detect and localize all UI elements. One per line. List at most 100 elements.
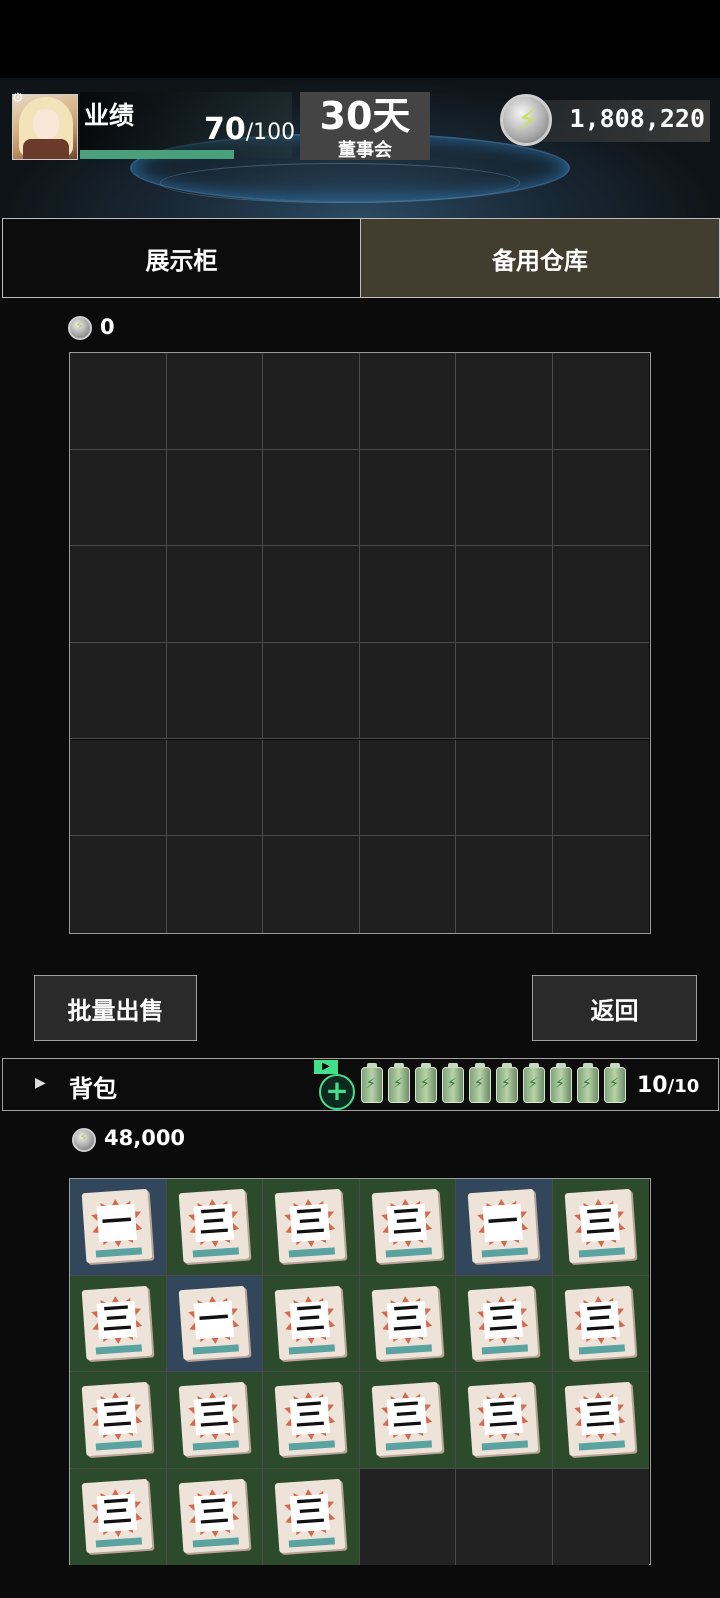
backpack-item-slot[interactable]: 三 bbox=[166, 1468, 263, 1565]
storage-slot[interactable] bbox=[70, 353, 167, 450]
backpack-item-slot[interactable]: 三 bbox=[263, 1275, 360, 1372]
backpack-item-slot[interactable]: 一 bbox=[70, 1179, 167, 1276]
card-number: 三 bbox=[197, 1204, 230, 1242]
storage-slot[interactable] bbox=[359, 546, 456, 643]
storage-slot[interactable] bbox=[359, 739, 456, 837]
status-bar bbox=[0, 0, 720, 78]
card-number: 三 bbox=[583, 1204, 616, 1242]
lottery-card-icon: 三 bbox=[81, 1478, 153, 1553]
storage-slot[interactable] bbox=[263, 739, 360, 837]
storage-slot[interactable] bbox=[552, 836, 649, 933]
battery-icon bbox=[550, 1063, 572, 1103]
lottery-card-icon: 三 bbox=[371, 1285, 442, 1360]
storage-slot[interactable] bbox=[552, 546, 649, 643]
storage-slot[interactable] bbox=[263, 449, 360, 547]
backpack-item-slot[interactable]: 三 bbox=[263, 1372, 360, 1469]
lottery-card-icon: 三 bbox=[371, 1381, 442, 1457]
backpack-title: 背包 bbox=[69, 1075, 117, 1103]
backpack-item-slot[interactable]: 三 bbox=[456, 1275, 553, 1372]
card-number: 三 bbox=[293, 1204, 326, 1242]
tab-display-cabinet[interactable]: 展示柜 bbox=[2, 218, 361, 298]
backpack-empty-slot[interactable] bbox=[456, 1468, 553, 1565]
backpack-bar[interactable]: ▶ 背包 ▶ + 10/10 bbox=[2, 1058, 719, 1111]
storage-slot[interactable] bbox=[456, 546, 553, 643]
storage-slot[interactable] bbox=[166, 836, 263, 933]
card-number: 一 bbox=[100, 1204, 133, 1242]
backpack-item-slot[interactable]: 三 bbox=[359, 1179, 456, 1276]
backpack-item-slot[interactable]: 一 bbox=[456, 1179, 553, 1276]
lottery-card-icon: 三 bbox=[81, 1285, 153, 1360]
backpack-item-slot[interactable]: 三 bbox=[166, 1372, 263, 1469]
backpack-item-slot[interactable]: 三 bbox=[552, 1179, 649, 1276]
storage-slot[interactable] bbox=[70, 642, 167, 740]
backpack-item-slot[interactable]: 三 bbox=[456, 1372, 553, 1469]
lottery-card-icon: 三 bbox=[467, 1285, 539, 1360]
storage-slot[interactable] bbox=[456, 642, 553, 740]
storage-slot[interactable] bbox=[166, 449, 263, 547]
days-value: 30天 bbox=[319, 94, 411, 138]
card-number: 三 bbox=[293, 1493, 326, 1531]
storage-slot[interactable] bbox=[263, 353, 360, 450]
lottery-card-icon: 三 bbox=[274, 1478, 346, 1553]
days-label: 董事会 bbox=[338, 140, 392, 161]
lottery-card-icon: 三 bbox=[564, 1381, 635, 1457]
lottery-card-icon: 三 bbox=[564, 1188, 635, 1264]
backpack-item-slot[interactable]: 三 bbox=[263, 1468, 360, 1565]
batch-sell-button[interactable]: 批量出售 bbox=[34, 975, 197, 1041]
backpack-item-slot[interactable]: 三 bbox=[359, 1275, 456, 1372]
storage-slot[interactable] bbox=[263, 836, 360, 933]
backpack-item-slot[interactable]: 三 bbox=[166, 1179, 263, 1276]
lottery-card-icon: 三 bbox=[81, 1381, 153, 1457]
storage-slot[interactable] bbox=[456, 836, 553, 933]
backpack-item-slot[interactable]: 三 bbox=[552, 1275, 649, 1372]
storage-slot[interactable] bbox=[70, 739, 167, 837]
storage-slot[interactable] bbox=[166, 642, 263, 740]
top-header: ⚙ 业绩 70/100 30天 董事会 ⚡ 1,808,220 bbox=[0, 78, 720, 218]
backpack-item-slot[interactable]: 三 bbox=[552, 1372, 649, 1469]
lottery-card-icon: 三 bbox=[371, 1188, 442, 1264]
storage-slot[interactable] bbox=[359, 353, 456, 450]
battery-icon bbox=[577, 1063, 599, 1103]
storage-slot[interactable] bbox=[552, 449, 649, 547]
storage-slot[interactable] bbox=[166, 353, 263, 450]
storage-slot[interactable] bbox=[456, 739, 553, 837]
board-meeting-countdown[interactable]: 30天 董事会 bbox=[300, 92, 430, 161]
storage-slot[interactable] bbox=[166, 739, 263, 837]
battery-icon bbox=[604, 1063, 626, 1103]
storage-value: 0 bbox=[100, 315, 115, 339]
card-number: 一 bbox=[197, 1300, 230, 1338]
expand-arrow-icon[interactable]: ▶ bbox=[35, 1075, 46, 1091]
battery-icon bbox=[523, 1063, 545, 1103]
storage-slot[interactable] bbox=[359, 449, 456, 547]
storage-slot[interactable] bbox=[552, 739, 649, 837]
back-button[interactable]: 返回 bbox=[532, 975, 697, 1041]
storage-grid bbox=[69, 352, 651, 934]
storage-slot[interactable] bbox=[359, 642, 456, 740]
backpack-item-slot[interactable]: 三 bbox=[70, 1275, 167, 1372]
backpack-item-slot[interactable]: 一 bbox=[166, 1275, 263, 1372]
card-number: 三 bbox=[197, 1493, 230, 1531]
storage-slot[interactable] bbox=[359, 836, 456, 933]
backpack-item-slot[interactable]: 三 bbox=[70, 1468, 167, 1565]
storage-slot[interactable] bbox=[70, 836, 167, 933]
add-capacity-button[interactable]: + bbox=[319, 1074, 355, 1110]
tab-backup-warehouse[interactable]: 备用仓库 bbox=[360, 218, 720, 298]
storage-slot[interactable] bbox=[70, 546, 167, 643]
backpack-item-slot[interactable]: 三 bbox=[70, 1372, 167, 1469]
battery-icon bbox=[442, 1063, 464, 1103]
storage-slot[interactable] bbox=[456, 449, 553, 547]
storage-slot[interactable] bbox=[70, 449, 167, 547]
storage-slot[interactable] bbox=[552, 353, 649, 450]
settings-gear-icon[interactable]: ⚙ bbox=[12, 92, 26, 106]
storage-slot[interactable] bbox=[552, 642, 649, 740]
storage-slot[interactable] bbox=[263, 546, 360, 643]
backpack-count-max: /10 bbox=[667, 1076, 700, 1097]
backpack-item-slot[interactable]: 三 bbox=[359, 1372, 456, 1469]
storage-slot[interactable] bbox=[456, 353, 553, 450]
backpack-empty-slot[interactable] bbox=[552, 1468, 649, 1565]
backpack-item-slot[interactable]: 三 bbox=[263, 1179, 360, 1276]
backpack-empty-slot[interactable] bbox=[359, 1468, 456, 1565]
storage-slot[interactable] bbox=[166, 546, 263, 643]
storage-slot[interactable] bbox=[263, 642, 360, 740]
performance-value: 70/100 bbox=[204, 112, 295, 147]
